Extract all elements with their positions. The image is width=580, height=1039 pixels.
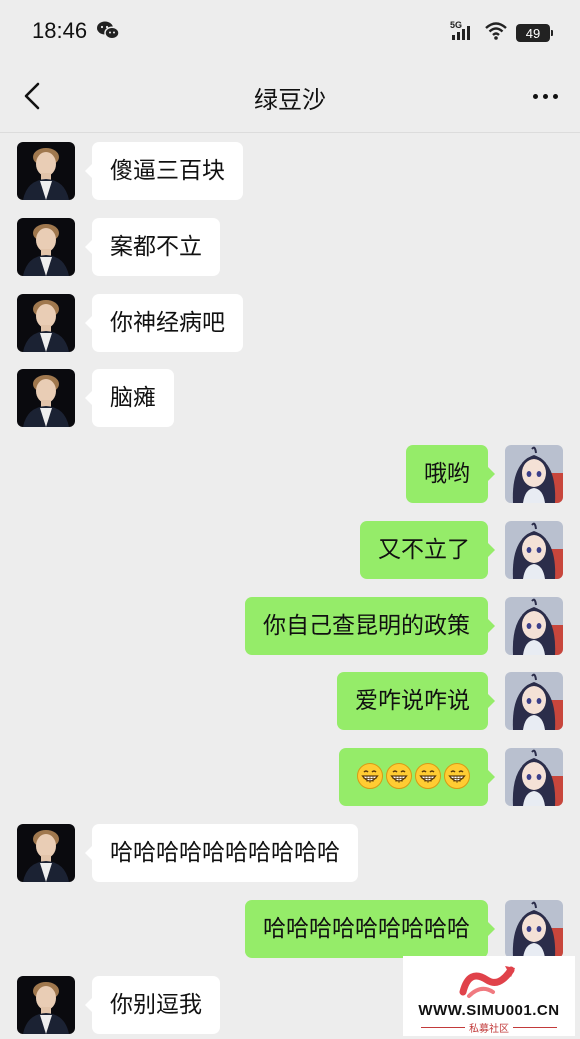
chat-header: 绿豆沙 bbox=[0, 60, 580, 133]
grin-emoji-icon bbox=[415, 763, 441, 789]
message-sent bbox=[0, 748, 580, 808]
more-options-button[interactable] bbox=[533, 94, 558, 99]
grin-emoji-icon bbox=[386, 763, 412, 789]
watermark-logo-icon bbox=[459, 962, 519, 1006]
grin-emoji-icon bbox=[357, 763, 383, 789]
user-avatar[interactable] bbox=[505, 521, 563, 579]
message-received: 案都不立 bbox=[0, 218, 580, 278]
status-time: 18:46 bbox=[32, 18, 88, 43]
battery-indicator: 49 bbox=[516, 24, 553, 42]
contact-avatar[interactable] bbox=[17, 824, 75, 882]
message-bubble[interactable]: 傻逼三百块 bbox=[85, 142, 243, 200]
watermark-subtitle: 私募社区 bbox=[403, 1020, 575, 1035]
user-avatar[interactable] bbox=[505, 672, 563, 730]
message-sent: 哦哟 bbox=[0, 445, 580, 505]
message-received: 傻逼三百块 bbox=[0, 142, 580, 202]
contact-avatar[interactable] bbox=[17, 218, 75, 276]
status-bar: 18:46 5G 49 bbox=[0, 0, 580, 60]
message-bubble[interactable]: 哦哟 bbox=[406, 445, 495, 503]
message-bubble[interactable] bbox=[339, 748, 495, 806]
contact-avatar[interactable] bbox=[17, 294, 75, 352]
message-bubble[interactable]: 案都不立 bbox=[85, 218, 220, 276]
signal-icon: 5G bbox=[450, 20, 476, 46]
message-sent: 哈哈哈哈哈哈哈哈哈 bbox=[0, 900, 580, 960]
message-sent: 爱咋说咋说 bbox=[0, 672, 580, 732]
user-avatar[interactable] bbox=[505, 900, 563, 958]
message-sent: 又不立了 bbox=[0, 521, 580, 581]
user-avatar[interactable] bbox=[505, 748, 563, 806]
message-bubble[interactable]: 又不立了 bbox=[360, 521, 495, 579]
watermark: WWW.SIMU001.CN 私募社区 bbox=[403, 956, 575, 1036]
contact-avatar[interactable] bbox=[17, 142, 75, 200]
chat-title: 绿豆沙 bbox=[254, 86, 326, 114]
message-bubble[interactable]: 哈哈哈哈哈哈哈哈哈 bbox=[245, 900, 495, 958]
message-received: 你神经病吧 bbox=[0, 294, 580, 354]
watermark-url: WWW.SIMU001.CN bbox=[418, 1002, 560, 1019]
message-received: 哈哈哈哈哈哈哈哈哈哈 bbox=[0, 824, 580, 884]
message-bubble[interactable]: 爱咋说咋说 bbox=[337, 672, 495, 730]
user-avatar[interactable] bbox=[505, 445, 563, 503]
wifi-icon bbox=[484, 21, 508, 45]
network-label: 5G bbox=[450, 20, 462, 30]
message-bubble[interactable]: 你别逗我 bbox=[85, 976, 220, 1034]
message-bubble[interactable]: 脑瘫 bbox=[85, 369, 174, 427]
message-bubble[interactable]: 你自己查昆明的政策 bbox=[245, 597, 495, 655]
wechat-icon bbox=[96, 20, 120, 46]
message-sent: 你自己查昆明的政策 bbox=[0, 597, 580, 657]
user-avatar[interactable] bbox=[505, 597, 563, 655]
contact-avatar[interactable] bbox=[17, 369, 75, 427]
message-bubble[interactable]: 你神经病吧 bbox=[85, 294, 243, 352]
message-bubble[interactable]: 哈哈哈哈哈哈哈哈哈哈 bbox=[85, 824, 358, 882]
message-received: 脑瘫 bbox=[0, 369, 580, 429]
grin-emoji-icon bbox=[444, 763, 470, 789]
contact-avatar[interactable] bbox=[17, 976, 75, 1034]
